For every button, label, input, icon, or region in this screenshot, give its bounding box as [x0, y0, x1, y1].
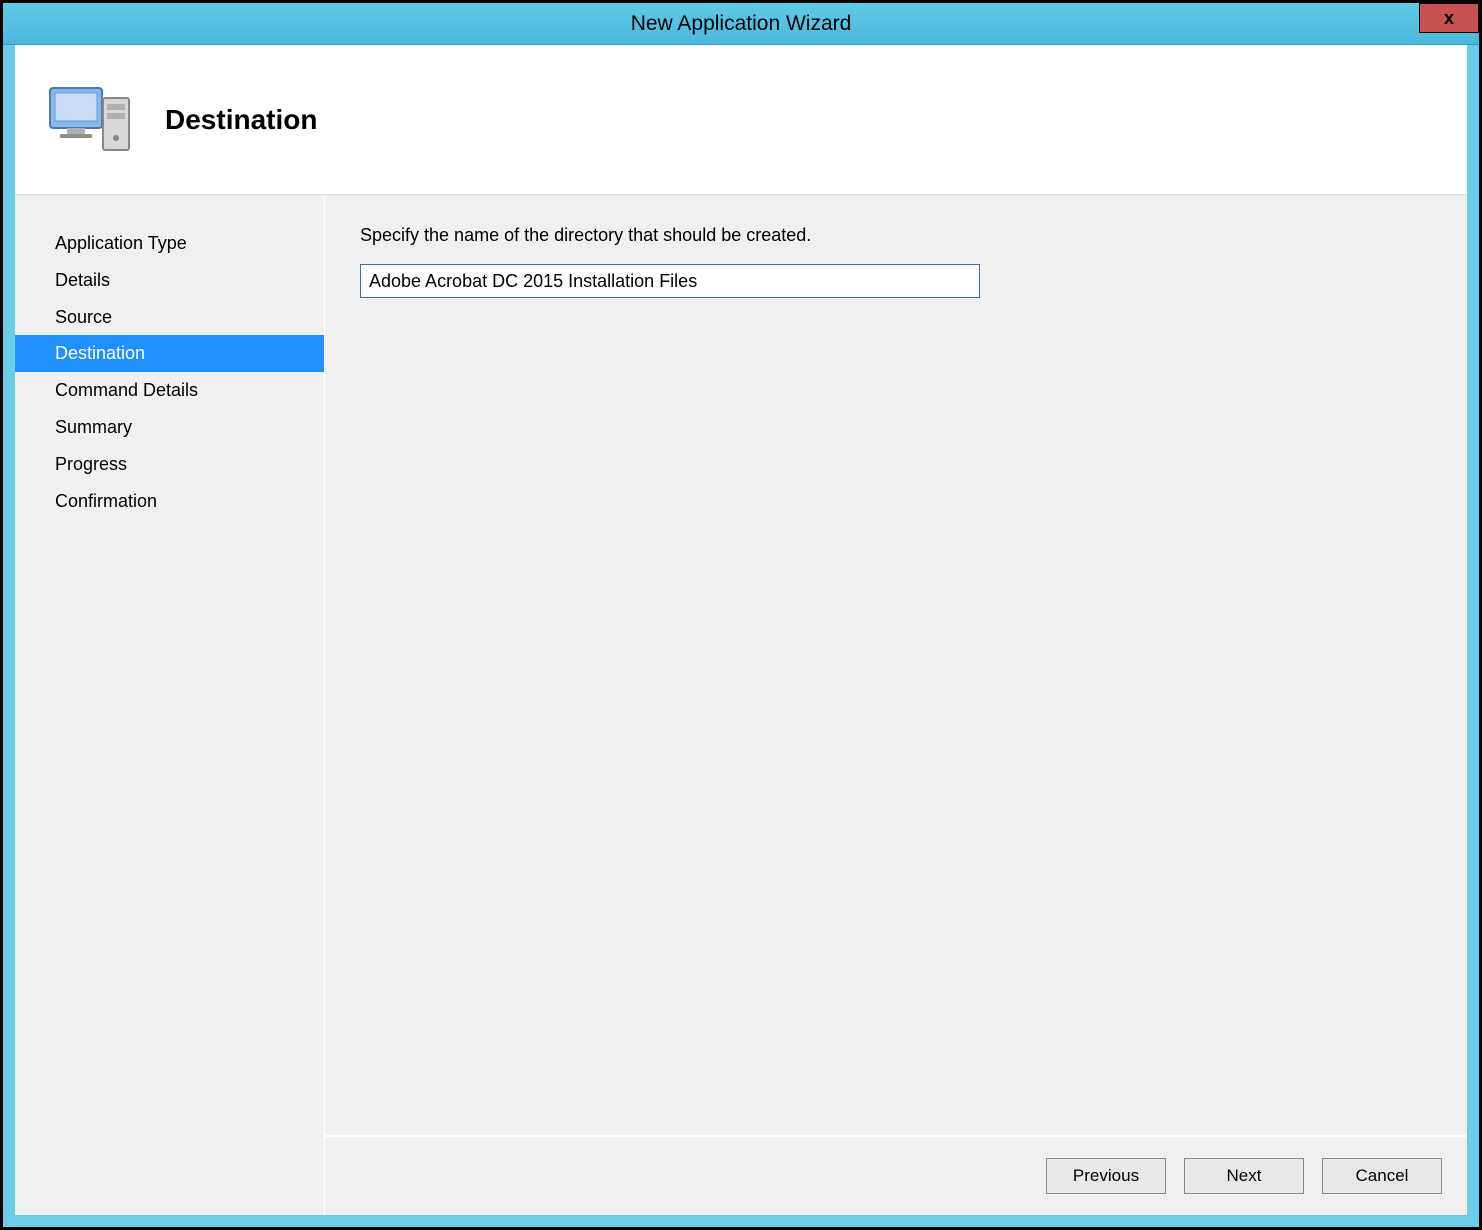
sidebar-item-application-type[interactable]: Application Type: [15, 225, 324, 262]
previous-button[interactable]: Previous: [1046, 1158, 1166, 1194]
button-bar: Previous Next Cancel: [325, 1135, 1467, 1215]
wizard-header: Destination: [15, 45, 1467, 195]
sidebar-item-confirmation[interactable]: Confirmation: [15, 483, 324, 520]
sidebar-item-source[interactable]: Source: [15, 299, 324, 336]
computer-icon: [45, 80, 135, 160]
wizard-window: New Application Wizard x Destination: [0, 0, 1482, 1230]
cancel-button[interactable]: Cancel: [1322, 1158, 1442, 1194]
main-panel: Specify the name of the directory that s…: [325, 195, 1467, 1215]
page-title: Destination: [165, 104, 317, 136]
directory-name-input[interactable]: [360, 264, 980, 298]
close-button[interactable]: x: [1419, 3, 1479, 33]
sidebar-item-command-details[interactable]: Command Details: [15, 372, 324, 409]
titlebar: New Application Wizard x: [3, 3, 1479, 45]
close-icon: x: [1444, 8, 1454, 29]
instruction-label: Specify the name of the directory that s…: [360, 225, 1432, 246]
sidebar-item-progress[interactable]: Progress: [15, 446, 324, 483]
next-button[interactable]: Next: [1184, 1158, 1304, 1194]
main-content: Specify the name of the directory that s…: [325, 195, 1467, 1135]
sidebar-item-summary[interactable]: Summary: [15, 409, 324, 446]
wizard-steps-sidebar: Application Type Details Source Destinat…: [15, 195, 325, 1215]
window-body: Destination Application Type Details Sou…: [3, 45, 1479, 1227]
wizard-body: Application Type Details Source Destinat…: [15, 195, 1467, 1215]
sidebar-item-details[interactable]: Details: [15, 262, 324, 299]
sidebar-item-destination[interactable]: Destination: [15, 335, 324, 372]
window-title: New Application Wizard: [631, 12, 852, 36]
